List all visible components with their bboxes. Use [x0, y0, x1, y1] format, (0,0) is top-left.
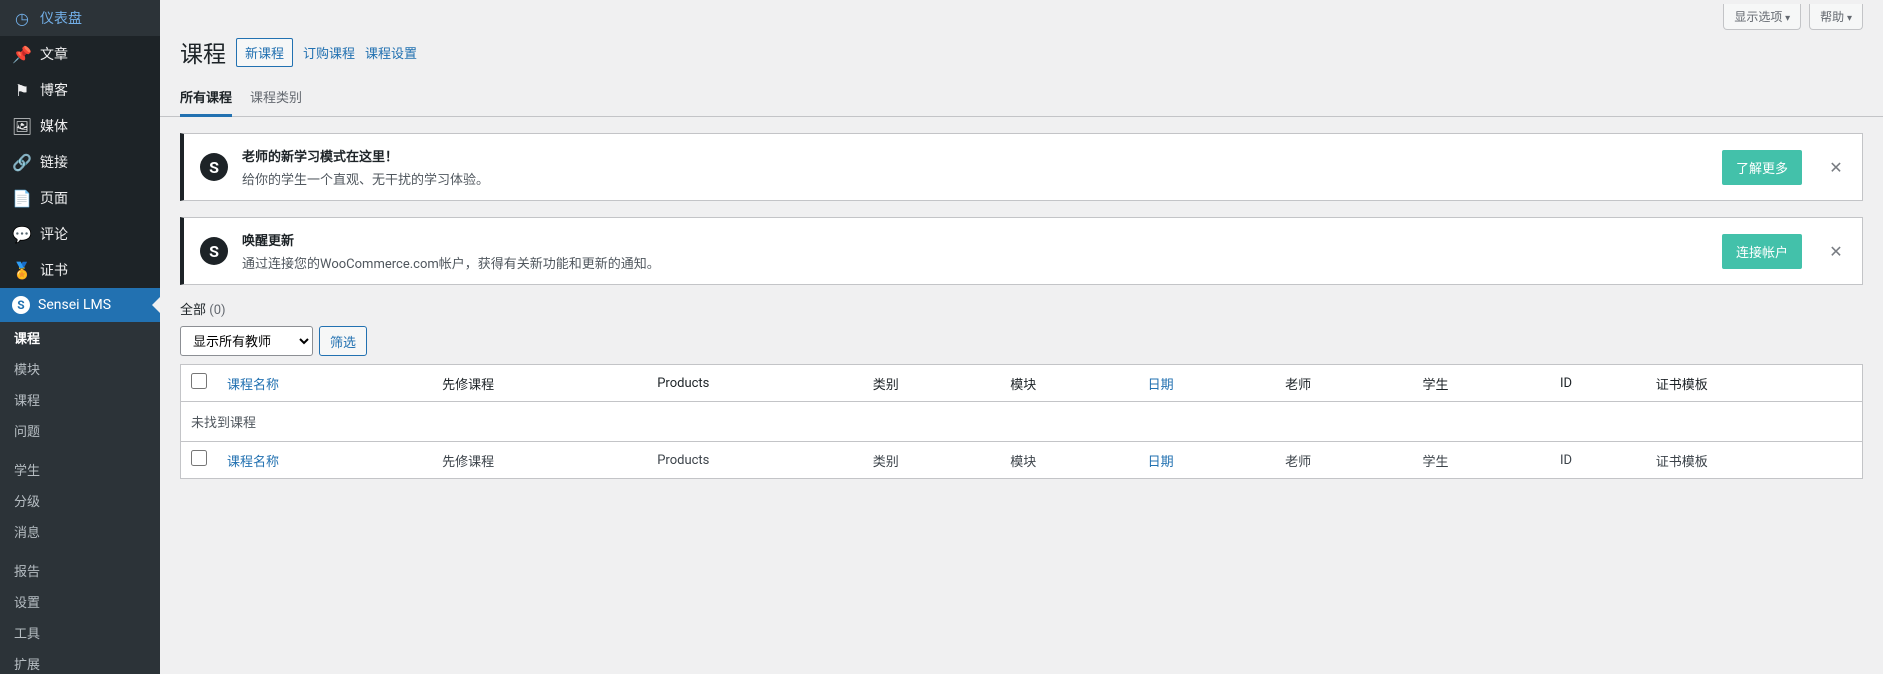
filter-row: 显示所有教师 筛选 — [160, 326, 1883, 364]
comment-icon: 💬 — [12, 224, 32, 244]
notice-learning-mode: S 老师的新学习模式在这里！ 给你的学生一个直观、无干扰的学习体验。 了解更多 … — [180, 133, 1863, 201]
sidebar-label: Sensei LMS — [38, 297, 111, 313]
sidebar-item-links[interactable]: 🔗 链接 — [0, 144, 160, 180]
submenu-settings[interactable]: 设置 — [0, 586, 160, 617]
sensei-submenu: 课程 模块 课程 问题 学生 分级 消息 报告 设置 工具 扩展 — [0, 322, 160, 674]
select-all-checkbox[interactable] — [191, 373, 207, 389]
col-teacher: 老师 — [1275, 442, 1412, 479]
add-new-course-button[interactable]: 新课程 — [236, 38, 293, 67]
notice-body: 唤醒更新 通过连接您的WooCommerce.com帐户，获得有关新功能和更新的… — [242, 230, 1708, 272]
page-header: 课程 新课程 订购课程 课程设置 — [160, 30, 1883, 79]
dismiss-icon[interactable]: ✕ — [1826, 157, 1846, 177]
sidebar-item-comments[interactable]: 💬 评论 — [0, 216, 160, 252]
notice-title: 唤醒更新 — [242, 230, 1708, 249]
submenu-grading[interactable]: 分级 — [0, 485, 160, 516]
sensei-badge-icon: S — [200, 153, 228, 181]
sidebar-item-sensei-lms[interactable]: S Sensei LMS — [0, 288, 160, 322]
col-student: 学生 — [1413, 442, 1550, 479]
flag-icon: ⚑ — [12, 80, 32, 100]
submenu-messages[interactable]: 消息 — [0, 516, 160, 547]
col-teacher: 老师 — [1275, 365, 1412, 402]
sidebar-item-certificates[interactable]: 🏅 证书 — [0, 252, 160, 288]
submenu-courses[interactable]: 课程 — [0, 322, 160, 353]
submenu-lessons[interactable]: 课程 — [0, 384, 160, 415]
sensei-icon: S — [12, 296, 30, 314]
screen-options-button[interactable]: 显示选项 — [1723, 4, 1801, 30]
teacher-filter-select[interactable]: 显示所有教师 — [180, 326, 313, 356]
sidebar-item-posts[interactable]: 📌 文章 — [0, 36, 160, 72]
col-category: 类别 — [863, 365, 1000, 402]
col-id: ID — [1550, 442, 1646, 479]
submenu-extensions[interactable]: 扩展 — [0, 648, 160, 674]
sidebar-label: 博客 — [40, 80, 68, 100]
notice-body: 老师的新学习模式在这里！ 给你的学生一个直观、无干扰的学习体验。 — [242, 146, 1708, 188]
col-prereq: 先修课程 — [432, 365, 647, 402]
col-date[interactable]: 日期 — [1138, 442, 1275, 479]
submenu-questions[interactable]: 问题 — [0, 415, 160, 446]
col-cert: 证书模板 — [1646, 442, 1863, 479]
course-settings-link[interactable]: 课程设置 — [365, 43, 417, 62]
submenu-students[interactable]: 学生 — [0, 454, 160, 485]
col-module: 模块 — [1000, 365, 1137, 402]
col-category: 类别 — [863, 442, 1000, 479]
col-name[interactable]: 课程名称 — [217, 365, 432, 402]
sidebar-label: 页面 — [40, 188, 68, 208]
empty-message: 未找到课程 — [181, 402, 1863, 442]
sidebar-label: 仪表盘 — [40, 8, 82, 28]
empty-row: 未找到课程 — [181, 402, 1863, 442]
top-bar: 显示选项 帮助 — [160, 0, 1883, 30]
col-products: Products — [647, 442, 863, 479]
sidebar-item-blog[interactable]: ⚑ 博客 — [0, 72, 160, 108]
notice-desc: 通过连接您的WooCommerce.com帐户，获得有关新功能和更新的通知。 — [242, 253, 1708, 272]
col-date[interactable]: 日期 — [1138, 365, 1275, 402]
dashboard-icon: ◷ — [12, 8, 32, 28]
tab-nav: 所有课程 课程类别 — [160, 79, 1883, 117]
submenu-tools[interactable]: 工具 — [0, 617, 160, 648]
media-icon: 🖼 — [12, 116, 32, 136]
col-module: 模块 — [1000, 442, 1137, 479]
learn-more-button[interactable]: 了解更多 — [1722, 150, 1802, 185]
col-prereq: 先修课程 — [432, 442, 647, 479]
sidebar-label: 证书 — [40, 260, 68, 280]
page-icon: 📄 — [12, 188, 32, 208]
link-icon: 🔗 — [12, 152, 32, 172]
certificate-icon: 🏅 — [12, 260, 32, 280]
help-button[interactable]: 帮助 — [1809, 4, 1863, 30]
sidebar-label: 媒体 — [40, 116, 68, 136]
tab-all-courses[interactable]: 所有课程 — [180, 79, 232, 117]
sidebar-label: 链接 — [40, 152, 68, 172]
col-id: ID — [1550, 365, 1646, 402]
sidebar-item-pages[interactable]: 📄 页面 — [0, 180, 160, 216]
submenu-modules[interactable]: 模块 — [0, 353, 160, 384]
col-cert: 证书模板 — [1646, 365, 1863, 402]
courses-table: 课程名称 先修课程 Products 类别 模块 日期 老师 学生 ID 证书模… — [180, 364, 1863, 479]
col-student: 学生 — [1413, 365, 1550, 402]
col-name[interactable]: 课程名称 — [217, 442, 432, 479]
tab-course-categories[interactable]: 课程类别 — [250, 79, 302, 116]
order-courses-link[interactable]: 订购课程 — [303, 43, 355, 62]
pin-icon: 📌 — [12, 44, 32, 64]
list-count: 全部 (0) — [160, 285, 1883, 326]
sensei-badge-icon: S — [200, 237, 228, 265]
all-label: 全部 — [180, 303, 206, 318]
connect-account-button[interactable]: 连接帐户 — [1722, 234, 1802, 269]
sidebar-item-dashboard[interactable]: ◷ 仪表盘 — [0, 0, 160, 36]
notice-desc: 给你的学生一个直观、无干扰的学习体验。 — [242, 169, 1708, 188]
page-title: 课程 — [180, 35, 226, 69]
notice-title: 老师的新学习模式在这里！ — [242, 146, 1708, 165]
notice-connect-account: S 唤醒更新 通过连接您的WooCommerce.com帐户，获得有关新功能和更… — [180, 217, 1863, 285]
all-count: (0) — [209, 303, 225, 318]
sidebar-label: 评论 — [40, 224, 68, 244]
courses-table-wrap: 课程名称 先修课程 Products 类别 模块 日期 老师 学生 ID 证书模… — [160, 364, 1883, 499]
filter-button[interactable]: 筛选 — [319, 326, 367, 356]
col-products: Products — [647, 365, 863, 402]
sidebar-item-media[interactable]: 🖼 媒体 — [0, 108, 160, 144]
admin-sidebar: ◷ 仪表盘 📌 文章 ⚑ 博客 🖼 媒体 🔗 链接 📄 页面 💬 评论 🏅 证书… — [0, 0, 160, 674]
sidebar-label: 文章 — [40, 44, 68, 64]
main-content: 显示选项 帮助 课程 新课程 订购课程 课程设置 所有课程 课程类别 S 老师的… — [160, 0, 1883, 499]
select-all-checkbox-bottom[interactable] — [191, 450, 207, 466]
submenu-reports[interactable]: 报告 — [0, 555, 160, 586]
dismiss-icon[interactable]: ✕ — [1826, 241, 1846, 261]
